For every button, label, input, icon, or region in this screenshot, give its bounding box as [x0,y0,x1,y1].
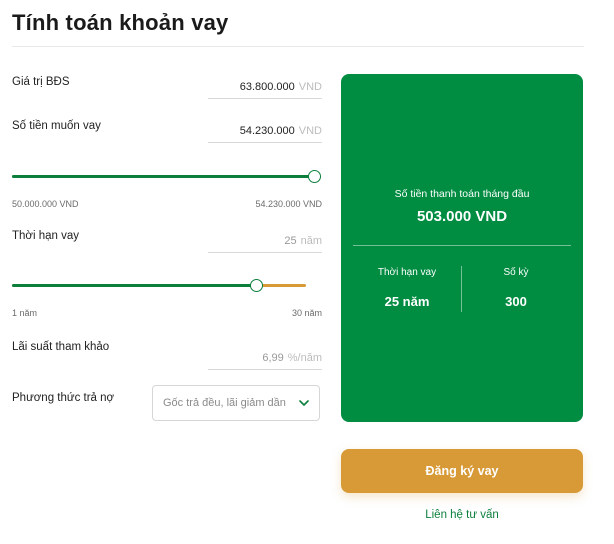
term-max-label: 30 năm [291,308,322,318]
property-value-unit: VND [298,81,322,93]
monthly-payment-label: Số tiền thanh toán tháng đầu [394,188,530,200]
result-periods: Số kỳ 300 [466,267,566,309]
interest-unit: %/năm [287,352,322,364]
chevron-down-icon [299,398,309,408]
result-term-value: 25 năm [384,294,430,309]
result-periods-label: Số kỳ [503,267,529,278]
loan-amount-unit: VND [298,125,322,137]
result-term: Thời hạn vay 25 năm [357,267,457,309]
result-divider [353,245,571,246]
contact-consultant-link[interactable]: Liên hệ tư vấn [341,509,583,521]
result-column-divider [461,266,462,312]
term-slider[interactable] [12,279,308,293]
property-value-value: 63.800.000 [239,81,295,93]
loan-amount-field[interactable]: 54.230.000 VND [208,120,322,143]
term-unit: năm [300,235,322,247]
loan-max-label: 54.230.000 VND [255,199,322,209]
register-loan-button[interactable]: Đăng ký vay [341,449,583,493]
monthly-payment-value: 503.000 VND [416,208,508,225]
title-divider [12,46,584,47]
loan-amount-value: 54.230.000 [239,125,295,137]
result-term-label: Thời hạn vay [377,267,437,278]
loan-amount-label: Số tiền muốn vay [12,120,101,132]
slider-fill [12,175,314,178]
result-card: Số tiền thanh toán tháng đầu 503.000 VND… [341,74,583,422]
interest-value: 6,99 [262,352,284,364]
repayment-selected-value: Gốc trả đều, lãi giảm dần [163,397,286,409]
repayment-label: Phương thức trả nợ [12,392,115,404]
interest-label: Lãi suất tham khảo [12,341,110,353]
loan-amount-slider[interactable] [12,170,321,184]
slider-thumb[interactable] [250,279,264,292]
slider-thumb[interactable] [308,170,321,183]
repayment-select[interactable]: Gốc trả đều, lãi giảm dần [152,385,320,421]
slider-fill [12,284,257,287]
property-value-label: Giá trị BĐS [12,76,70,88]
result-periods-value: 300 [505,294,527,309]
term-label: Thời hạn vay [12,230,79,242]
term-value: 25 [284,235,297,247]
term-min-label: 1 năm [12,308,38,318]
loan-calculator: Tính toán khoản vay Giá trị BĐS 63.800.0… [0,0,614,544]
property-value-field[interactable]: 63.800.000 VND [208,76,322,99]
interest-field[interactable]: 6,99 %/năm [208,347,322,370]
page-title: Tính toán khoản vay [12,10,229,35]
term-field[interactable]: 25 năm [208,230,322,253]
loan-min-label: 50.000.000 VND [12,199,79,209]
